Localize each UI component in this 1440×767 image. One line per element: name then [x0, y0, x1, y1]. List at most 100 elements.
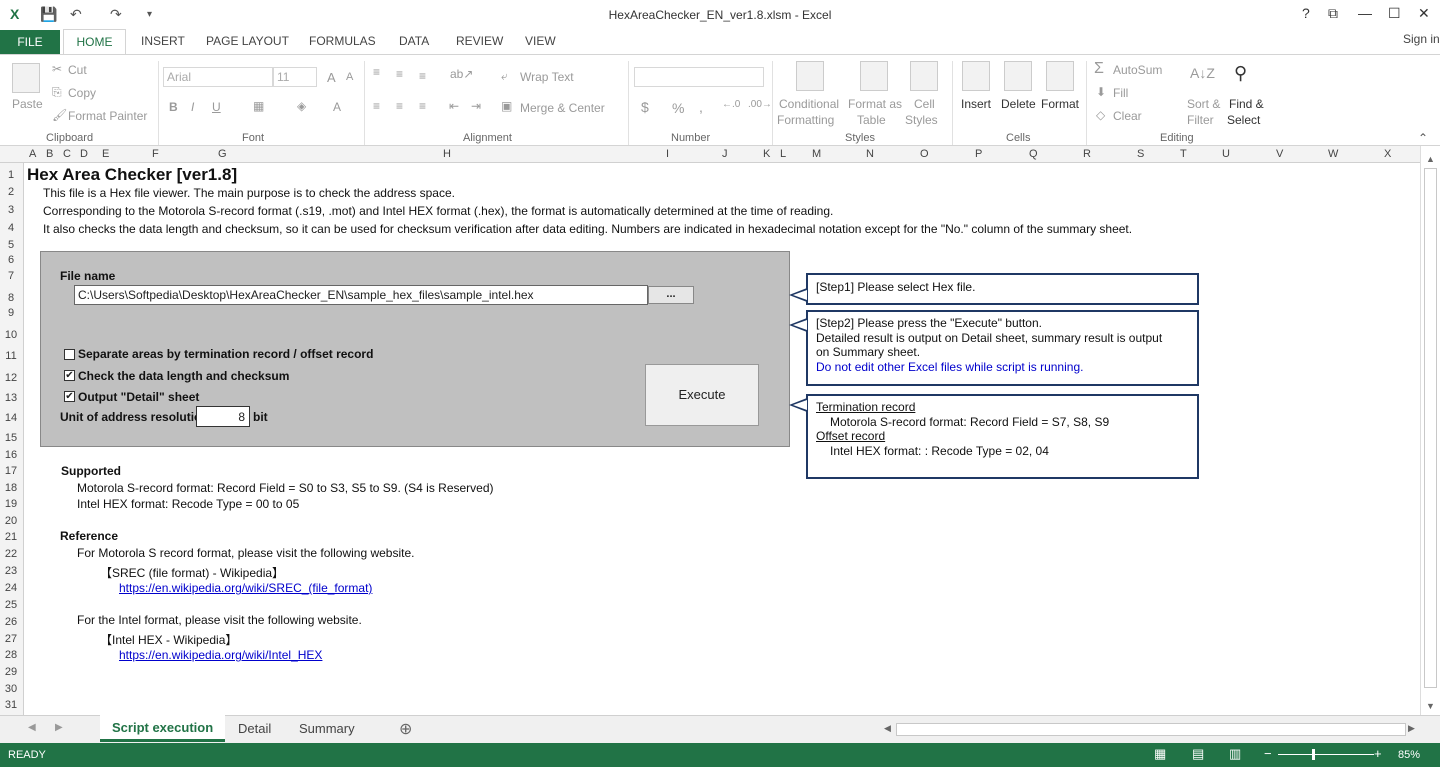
row-header[interactable]: 13 — [0, 392, 22, 404]
column-header[interactable]: B — [46, 148, 53, 160]
fill-color-icon[interactable]: ◈ — [297, 99, 306, 113]
row-header[interactable]: 6 — [0, 254, 22, 266]
zoom-slider-thumb[interactable] — [1312, 749, 1315, 760]
minimize-icon[interactable]: — — [1358, 5, 1372, 21]
address-unit-input[interactable]: 8 — [196, 406, 250, 427]
column-header[interactable]: M — [812, 148, 821, 160]
autosum-button[interactable]: AutoSum — [1113, 63, 1162, 77]
font-color-icon[interactable]: A — [333, 100, 341, 114]
scroll-thumb[interactable] — [1424, 168, 1437, 688]
page-layout-view-icon[interactable]: ▤ — [1192, 746, 1204, 762]
row-header[interactable]: 4 — [0, 222, 22, 234]
row-header[interactable]: 25 — [0, 599, 22, 611]
column-header[interactable]: R — [1083, 148, 1091, 160]
underline-icon[interactable]: U — [212, 100, 221, 114]
delete-cells-button[interactable]: Delete — [1001, 97, 1036, 111]
row-header[interactable]: 30 — [0, 683, 22, 695]
row-header[interactable]: 1 — [0, 169, 22, 181]
fill-button[interactable]: Fill — [1113, 86, 1128, 100]
conditional-formatting-button[interactable]: Conditional — [779, 97, 839, 111]
align-center-icon[interactable]: ≡ — [396, 99, 403, 113]
column-header[interactable]: G — [218, 148, 227, 160]
increase-decimal-icon[interactable]: ←.0 — [722, 99, 740, 110]
zoom-in-icon[interactable]: + — [1374, 746, 1382, 761]
align-bottom-icon[interactable]: ≡ — [419, 69, 426, 83]
column-header[interactable]: N — [866, 148, 874, 160]
column-header[interactable]: W — [1328, 148, 1338, 160]
help-icon[interactable]: ? — [1302, 5, 1310, 21]
vertical-scrollbar[interactable]: ▲ ▼ — [1420, 146, 1440, 715]
insert-cells-button[interactable]: Insert — [961, 97, 991, 111]
column-header[interactable]: V — [1276, 148, 1283, 160]
cell-styles-button[interactable]: Cell — [914, 97, 935, 111]
align-right-icon[interactable]: ≡ — [419, 99, 426, 113]
column-header[interactable]: E — [102, 148, 109, 160]
column-header[interactable]: T — [1180, 148, 1187, 160]
orientation-icon[interactable]: ab↗ — [450, 67, 473, 81]
check-length-checkbox[interactable]: ✔ — [64, 370, 75, 381]
zoom-slider[interactable] — [1278, 754, 1374, 755]
percent-icon[interactable]: % — [672, 100, 684, 116]
conditional-formatting-icon[interactable] — [796, 61, 824, 91]
cell-styles-button-line2[interactable]: Styles — [905, 113, 938, 127]
wrap-text-button[interactable]: Wrap Text — [520, 70, 574, 84]
row-header[interactable]: 11 — [0, 350, 22, 362]
close-icon[interactable]: ✕ — [1418, 5, 1430, 22]
conditional-formatting-button-line2[interactable]: Formatting — [777, 113, 834, 127]
scroll-left-icon[interactable]: ◀ — [884, 723, 891, 734]
cut-button[interactable]: Cut — [68, 63, 87, 77]
tab-page-layout[interactable]: PAGE LAYOUT — [206, 34, 289, 48]
row-header[interactable]: 26 — [0, 616, 22, 628]
column-header[interactable]: J — [722, 148, 728, 160]
sheet-tab-script-execution[interactable]: Script execution — [100, 715, 226, 742]
row-header[interactable]: 20 — [0, 515, 22, 527]
row-header[interactable]: 22 — [0, 548, 22, 560]
format-cells-icon[interactable] — [1046, 61, 1074, 91]
paste-button[interactable]: Paste — [12, 97, 43, 111]
row-header[interactable]: 31 — [0, 699, 22, 711]
number-format-box[interactable] — [634, 67, 764, 87]
fill-icon[interactable]: ⬇ — [1096, 85, 1106, 99]
row-header[interactable]: 17 — [0, 465, 22, 477]
row-header[interactable]: 18 — [0, 482, 22, 494]
find-select-icon[interactable]: ⚲ — [1234, 63, 1247, 84]
column-header[interactable]: O — [920, 148, 929, 160]
sort-filter-button[interactable]: Sort & — [1187, 97, 1220, 111]
column-header[interactable]: Q — [1029, 148, 1038, 160]
row-header[interactable]: 9 — [0, 307, 22, 319]
cell-styles-icon[interactable] — [910, 61, 938, 91]
tab-file[interactable]: FILE — [0, 30, 60, 54]
align-left-icon[interactable]: ≡ — [373, 99, 380, 113]
separate-areas-checkbox[interactable] — [64, 349, 75, 360]
row-header[interactable]: 28 — [0, 649, 22, 661]
row-header[interactable]: 3 — [0, 204, 22, 216]
horizontal-scrollbar[interactable] — [896, 723, 1406, 736]
sort-filter-icon[interactable]: A↓Z — [1190, 65, 1215, 81]
collapse-ribbon-icon[interactable]: ⌃ — [1418, 131, 1428, 145]
clear-icon[interactable]: ◇ — [1096, 108, 1105, 122]
format-painter-icon[interactable]: 🖌 — [52, 108, 67, 122]
comma-icon[interactable]: , — [699, 99, 703, 115]
zoom-out-icon[interactable]: − — [1264, 746, 1272, 761]
format-as-table-button[interactable]: Format as — [848, 97, 902, 111]
row-header[interactable]: 21 — [0, 531, 22, 543]
page-break-view-icon[interactable]: ▥ — [1229, 746, 1241, 762]
scroll-up-icon[interactable]: ▲ — [1426, 154, 1435, 164]
row-header[interactable]: 29 — [0, 666, 22, 678]
row-header[interactable]: 8 — [0, 292, 22, 304]
sheet-tab-summary[interactable]: Summary — [287, 716, 367, 742]
delete-cells-icon[interactable] — [1004, 61, 1032, 91]
row-header[interactable]: 14 — [0, 412, 22, 424]
new-sheet-icon[interactable]: ⊕ — [399, 719, 412, 739]
output-detail-checkbox[interactable]: ✔ — [64, 391, 75, 402]
ribbon-display-icon[interactable]: ⧉ — [1328, 5, 1338, 22]
column-header[interactable]: P — [975, 148, 982, 160]
scroll-right-icon[interactable]: ▶ — [1408, 723, 1415, 734]
next-sheet-icon[interactable]: ▶ — [55, 722, 63, 733]
column-header[interactable]: K — [763, 148, 770, 160]
decrease-decimal-icon[interactable]: .00→ — [748, 99, 772, 110]
italic-icon[interactable]: I — [191, 100, 194, 114]
column-header[interactable]: F — [152, 148, 159, 160]
column-header[interactable]: L — [780, 148, 786, 160]
grow-font-icon[interactable]: A — [327, 70, 336, 85]
